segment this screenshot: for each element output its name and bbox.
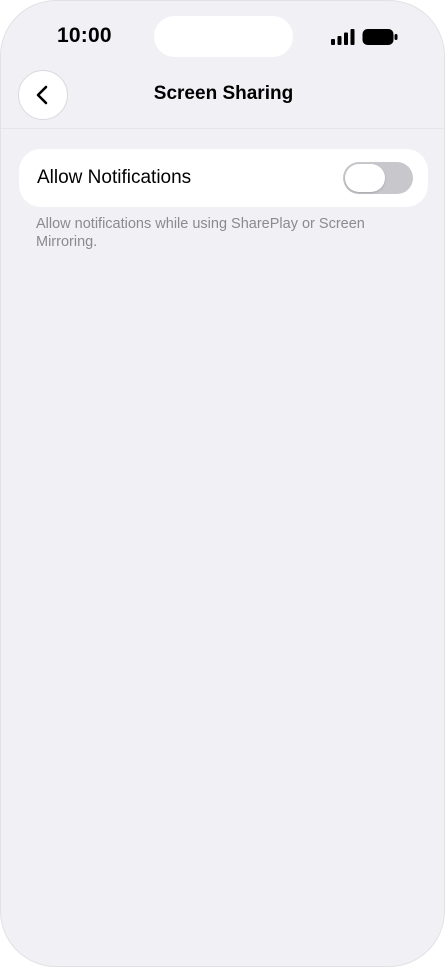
navigation-bar: Screen Sharing (1, 67, 444, 129)
allow-notifications-row: Allow Notifications (19, 149, 428, 207)
allow-notifications-footnote: Allow notifications while using SharePla… (36, 216, 365, 250)
phone-screen: 10:00 Screen Sharing Allow Notifications… (0, 0, 445, 967)
toggle-knob (345, 164, 385, 192)
status-time: 10:00 (57, 24, 112, 47)
allow-notifications-label: Allow Notifications (37, 167, 192, 188)
page-title: Screen Sharing (153, 83, 294, 104)
allow-notifications-toggle[interactable] (343, 162, 413, 194)
dynamic-island (154, 16, 293, 57)
battery-full-icon (362, 29, 398, 45)
status-bar: 10:00 (1, 1, 444, 71)
cellular-signal-icon (331, 29, 355, 45)
